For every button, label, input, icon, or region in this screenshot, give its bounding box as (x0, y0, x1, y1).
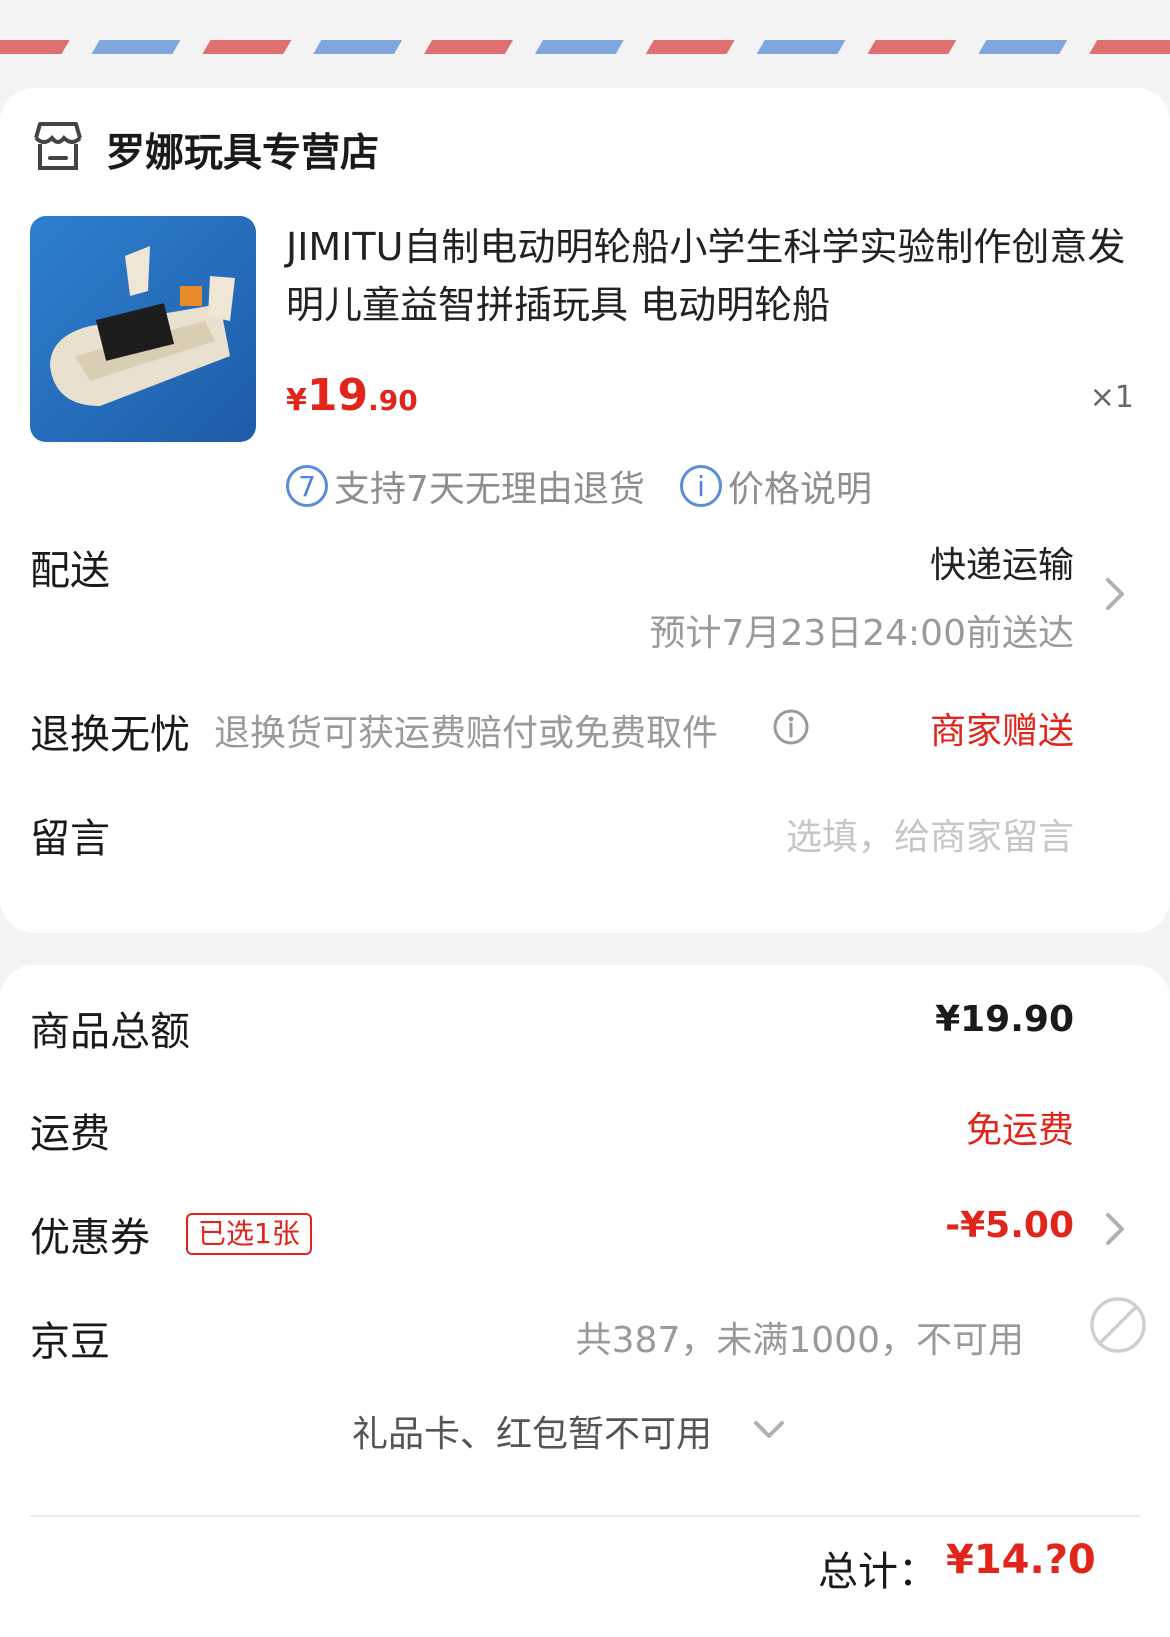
delivery-method[interactable]: 快递运输 (930, 536, 1074, 588)
jingdou-label: 京豆 (30, 1319, 110, 1365)
product-price: ¥19.90 (286, 370, 418, 421)
product-quantity: ×1 (1089, 380, 1134, 415)
seven-day-return-icon: 7 (286, 465, 328, 507)
delivery-eta: 预计7月23日24:00前送达 (649, 613, 1074, 654)
price-info-text: 价格说明 (728, 469, 873, 510)
returns-label: 退换无忧 (30, 712, 190, 758)
price-integer: 19 (306, 370, 369, 421)
store-icon (34, 122, 82, 170)
shop-name[interactable]: 罗娜玩具专营店 (106, 122, 379, 178)
returns-desc: 退换货可获运费赔付或免费取件 (214, 713, 719, 754)
coupon-value[interactable]: -¥5.00 (945, 1205, 1074, 1246)
gift-card-note[interactable]: 礼品卡、红包暂不可用 (352, 1405, 712, 1457)
delivery-label: 配送 (30, 548, 110, 594)
total-label: 总计： (818, 1549, 938, 1595)
return-policy-tag[interactable]: 7 支持7天无理由退货 (286, 460, 645, 512)
price-currency: ¥ (286, 383, 307, 418)
coupon-selected-badge: 已选1张 (186, 1213, 312, 1255)
message-label: 留言 (30, 816, 110, 862)
divider (30, 1515, 1140, 1517)
shipping-label: 运费 (30, 1111, 110, 1157)
goods-total-label: 商品总额 (30, 1009, 190, 1055)
disabled-toggle-icon[interactable] (1088, 1295, 1148, 1355)
message-input[interactable]: 选填，给商家留言 (786, 808, 1074, 860)
total-value: ¥14.?0 (946, 1537, 1096, 1583)
price-info-tag[interactable]: i 价格说明 (680, 460, 872, 512)
info-icon[interactable] (772, 708, 810, 746)
chevron-right-icon[interactable] (1102, 1209, 1130, 1249)
info-icon: i (680, 465, 722, 507)
jingdou-value: 共387，未满1000，不可用 (575, 1320, 1024, 1361)
price-summary-card: 商品总额 ¥19.90 运费 免运费 优惠券 已选1张 -¥5.00 京豆 共3… (0, 965, 1170, 1637)
product-title[interactable]: JIMITU自制电动明轮船小学生科学实验制作创意发明儿童益智拼插玩具 电动明轮船 (286, 218, 1136, 334)
goods-total-value: ¥19.90 (935, 999, 1074, 1040)
shipping-value: 免运费 (965, 1110, 1074, 1151)
product-image[interactable] (30, 216, 256, 442)
chevron-right-icon[interactable] (1102, 574, 1130, 614)
return-policy-text: 支持7天无理由退货 (334, 469, 645, 510)
chevron-down-icon[interactable] (752, 1417, 786, 1441)
airmail-stripe-divider (0, 40, 1170, 54)
order-card: 罗娜玩具专营店 JIMITU自制电动明轮船小学生科学实验制作创意发明儿童益智拼插… (0, 88, 1170, 933)
price-decimal: .90 (368, 384, 418, 417)
coupon-label: 优惠券 (30, 1215, 150, 1261)
returns-value: 商家赠送 (929, 711, 1074, 752)
